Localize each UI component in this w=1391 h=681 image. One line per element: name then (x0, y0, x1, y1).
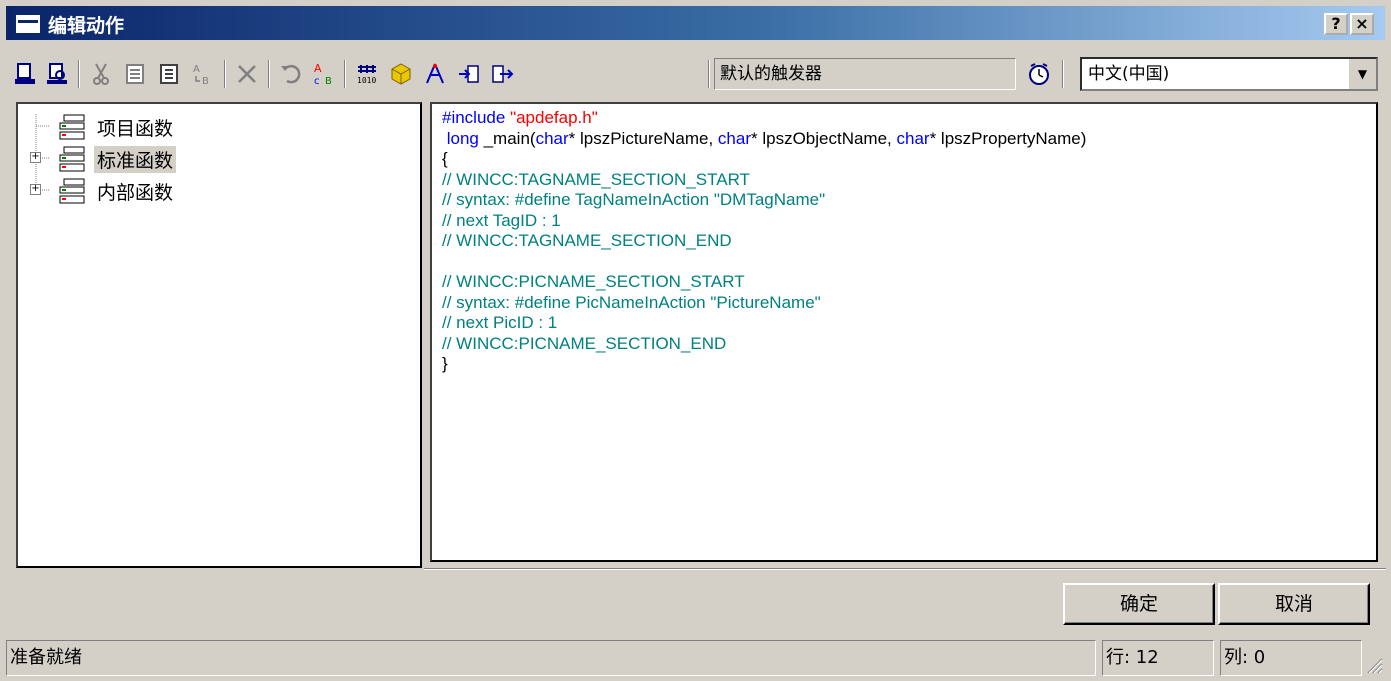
export-icon[interactable] (488, 58, 518, 90)
window-icon (16, 15, 40, 33)
trigger-field: 默认的触发器 (714, 58, 1016, 90)
toolbar-separator (1062, 60, 1064, 88)
code-line[interactable] (442, 252, 1376, 273)
svg-text:1010: 1010 (357, 76, 376, 85)
copy-icon[interactable] (120, 58, 150, 90)
code-token: // next TagID : 1 (442, 210, 561, 230)
code-token: { (442, 149, 448, 168)
save-as-icon[interactable] (42, 58, 72, 90)
code-token: #include (442, 108, 511, 127)
code-token: } (442, 354, 448, 373)
replace-icon[interactable]: AB (188, 58, 218, 90)
tag-icon[interactable]: 1010 (352, 58, 382, 90)
svg-text:A: A (193, 64, 200, 75)
help-button[interactable]: ? (1324, 13, 1348, 35)
code-line[interactable]: // WINCC:PICNAME_SECTION_START (442, 272, 1376, 293)
code-token: // syntax: #define PicNameInAction "Pict… (442, 292, 821, 312)
tree-item-label: 标准函数 (94, 146, 177, 173)
code-line[interactable]: long _main(char* lpszPictureName, char* … (442, 129, 1376, 150)
trigger-label: 默认的触发器 (720, 64, 822, 84)
function-library-icon (58, 112, 88, 142)
code-token: * lpszObjectName, (751, 128, 897, 148)
code-token: // WINCC:TAGNAME_SECTION_START (442, 169, 750, 189)
title-bar[interactable]: 编辑动作 ? × (6, 6, 1385, 40)
language-select[interactable]: 中文(中国) ▼ (1080, 57, 1378, 91)
status-col: 列: 0 (1220, 640, 1362, 676)
code-line[interactable]: // WINCC:TAGNAME_SECTION_START (442, 170, 1376, 191)
toolbar: AB AcB 1010 默认的触发器 中文(中国) ▼ (6, 56, 1385, 98)
toolbar-separator (224, 60, 226, 88)
code-token: long (442, 128, 479, 148)
tree-item-label: 内部函数 (97, 182, 174, 204)
expand-icon[interactable]: + (30, 152, 41, 163)
code-line[interactable]: #include "apdefap.h" (442, 108, 1376, 129)
toolbar-separator (268, 60, 270, 88)
tree-item-label: 项目函数 (97, 118, 174, 140)
language-value: 中文(中国) (1088, 64, 1170, 84)
code-token: // WINCC:TAGNAME_SECTION_END (442, 231, 732, 250)
clock-icon[interactable] (1024, 58, 1054, 90)
code-editor[interactable]: #include "apdefap.h" long _main(char* lp… (430, 102, 1378, 562)
cut-icon[interactable] (86, 58, 116, 90)
expand-icon[interactable]: + (30, 184, 41, 195)
code-token: _main( (478, 128, 536, 148)
paste-icon[interactable] (154, 58, 184, 90)
code-token: char (535, 128, 569, 148)
edit-action-dialog: 编辑动作 ? × AB AcB 1010 默认的触发器 中文(中国) ▼ 项目函… (0, 0, 1391, 681)
function-tree[interactable]: 项目函数 + 标准函数 + 内部函数 (16, 102, 422, 568)
status-text: 准备就绪 (6, 640, 1096, 676)
svg-text:B: B (202, 76, 209, 87)
import-icon[interactable] (454, 58, 484, 90)
close-button[interactable]: × (1350, 13, 1374, 35)
delete-icon[interactable] (232, 58, 262, 90)
code-token: char (896, 128, 930, 148)
undo-icon[interactable] (276, 58, 306, 90)
function-library-icon (58, 144, 88, 174)
svg-text:A: A (314, 62, 322, 75)
code-line[interactable]: // WINCC:TAGNAME_SECTION_END (442, 231, 1376, 252)
code-token: * lpszPropertyName) (929, 128, 1087, 148)
toolbar-separator (78, 60, 80, 88)
resize-grip-icon[interactable] (1365, 656, 1383, 674)
chevron-down-icon[interactable]: ▼ (1348, 59, 1376, 89)
code-line[interactable]: } (442, 354, 1376, 375)
code-token: char (717, 128, 751, 148)
status-row: 行: 12 (1102, 640, 1214, 676)
code-line[interactable]: // syntax: #define PicNameInAction "Pict… (442, 293, 1376, 314)
code-token: // WINCC:PICNAME_SECTION_END (442, 333, 727, 353)
font-color-icon[interactable]: AcB (310, 58, 340, 90)
property-icon[interactable] (420, 58, 450, 90)
code-token: // syntax: #define TagNameInAction "DMTa… (442, 190, 826, 209)
code-line[interactable]: // WINCC:PICNAME_SECTION_END (442, 334, 1376, 355)
code-line[interactable]: // next TagID : 1 (442, 211, 1376, 232)
code-line[interactable]: { (442, 149, 1376, 170)
window-title: 编辑动作 (48, 15, 125, 37)
code-token: // WINCC:PICNAME_SECTION_START (442, 272, 745, 291)
save-icon[interactable] (10, 58, 40, 90)
object-icon[interactable] (386, 58, 416, 90)
toolbar-separator (344, 60, 346, 88)
svg-text:c: c (314, 76, 320, 87)
svg-text:B: B (325, 76, 332, 87)
function-library-icon (58, 176, 88, 206)
cancel-button[interactable]: 取消 (1218, 583, 1370, 625)
code-token: * lpszPictureName, (568, 128, 718, 148)
code-line[interactable]: // next PicID : 1 (442, 313, 1376, 334)
divider (424, 568, 1386, 570)
status-bar: 准备就绪 行: 12 列: 0 (6, 640, 1385, 676)
code-line[interactable]: // syntax: #define TagNameInAction "DMTa… (442, 190, 1376, 211)
code-token: // next PicID : 1 (442, 313, 558, 332)
ok-button[interactable]: 确定 (1063, 583, 1215, 625)
toolbar-separator (708, 60, 710, 88)
code-token: "apdefap.h" (510, 108, 598, 127)
